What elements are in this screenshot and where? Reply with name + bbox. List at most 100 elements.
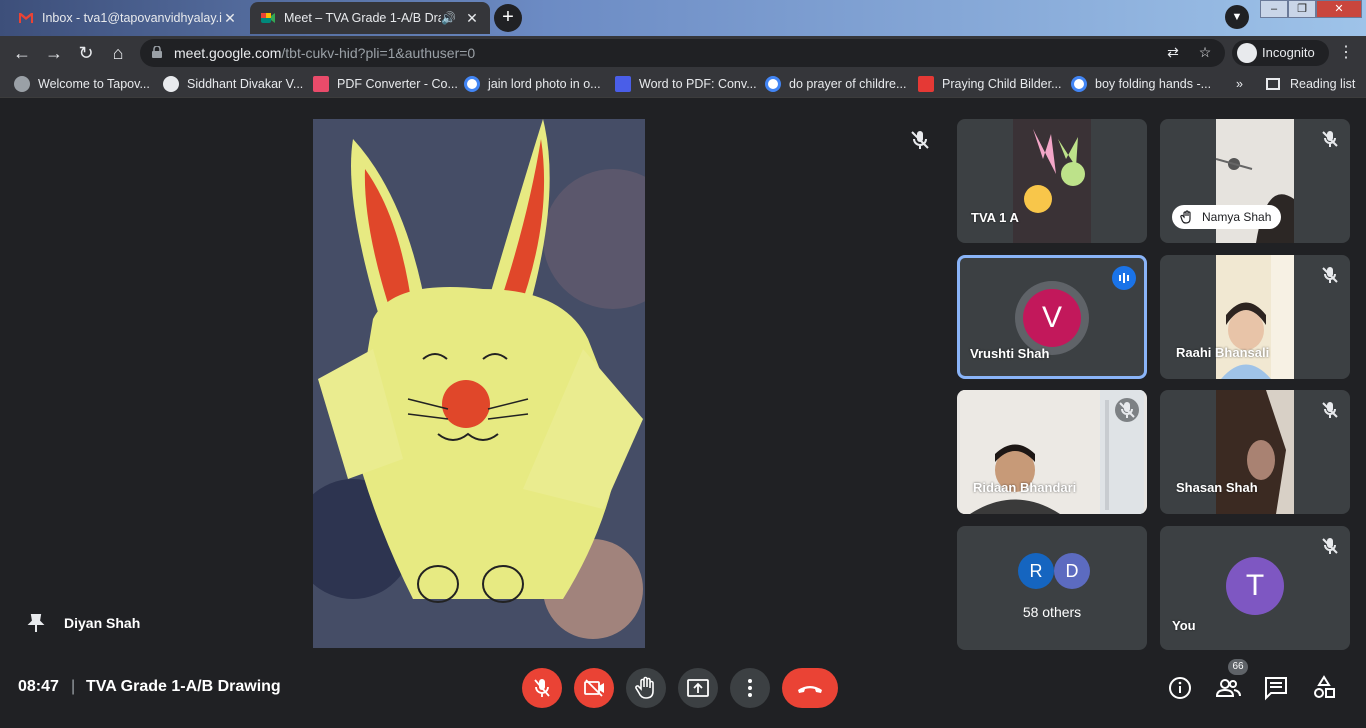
bookmark-item[interactable]: jain lord photo in o... <box>464 75 601 93</box>
bookmark-item[interactable]: Praying Child Bilder... <box>918 75 1062 93</box>
incognito-icon <box>1237 43 1257 63</box>
translate-icon[interactable]: ⇄ <box>1164 44 1182 62</box>
avatar: T <box>1226 557 1284 615</box>
maximize-icon[interactable]: ❐ <box>1288 0 1316 18</box>
forward-icon[interactable]: → <box>42 41 66 65</box>
avatar: V <box>1023 289 1081 347</box>
participant-name: Vrushti Shah <box>970 346 1050 361</box>
address-bar[interactable]: meet.google.com/tbt-cukv-hid?pli=1&authu… <box>140 39 1225 67</box>
meet-stage: Diyan Shah TVA 1 A Namya Shah V Vrushti … <box>0 98 1366 728</box>
raised-hand-chip: Namya Shah <box>1172 205 1282 229</box>
back-icon[interactable]: ← <box>10 41 34 65</box>
participant-video <box>1216 255 1294 379</box>
tab-gmail[interactable]: Inbox - tva1@tapovanvidhyalay.i ✕ <box>8 2 248 34</box>
user-icon <box>163 76 179 92</box>
bookmark-item[interactable]: Word to PDF: Conv... <box>615 75 757 93</box>
bookmarks-bar: Welcome to Tapov... Siddhant Divakar V..… <box>0 70 1366 98</box>
others-tile[interactable]: R D 58 others <box>957 526 1147 650</box>
participant-name: Raahi Bhansali <box>1176 345 1270 360</box>
participant-tile[interactable]: Ridaan Bhandari <box>957 390 1147 514</box>
reading-list-button[interactable]: Reading list <box>1266 75 1355 93</box>
chat-icon[interactable] <box>1263 675 1289 701</box>
new-tab-button[interactable]: + <box>494 4 522 32</box>
pinned-participant-name: Diyan Shah <box>64 615 141 631</box>
tab-title: Meet – TVA Grade 1-A/B Dra <box>284 11 442 25</box>
toggle-camera-button[interactable] <box>574 668 614 708</box>
separator: | <box>71 678 76 695</box>
participant-tile[interactable]: TVA 1 A <box>957 119 1147 243</box>
mic-off-icon <box>911 131 929 149</box>
more-options-button[interactable] <box>730 668 770 708</box>
leave-call-button[interactable] <box>782 668 838 708</box>
raise-hand-icon <box>635 676 654 699</box>
bookmark-label: jain lord photo in o... <box>488 77 601 91</box>
participant-name: Ridaan Bhandari <box>973 480 1077 495</box>
tab-meet[interactable]: Meet – TVA Grade 1-A/B Dra 🔊 ✕ <box>250 2 490 34</box>
participant-video <box>1216 390 1294 514</box>
tab-search-icon[interactable]: ▼ <box>1225 5 1249 29</box>
meeting-details-icon[interactable] <box>1167 675 1193 701</box>
avatar: D <box>1054 553 1090 589</box>
participant-tile[interactable]: Namya Shah <box>1160 119 1350 243</box>
participant-tile[interactable]: Raahi Bhansali <box>1160 255 1350 379</box>
bookmark-item[interactable]: Welcome to Tapov... <box>14 75 150 93</box>
mic-off-icon <box>534 679 550 697</box>
participant-name: Shasan Shah <box>1176 480 1258 495</box>
mic-off-icon <box>1322 267 1338 283</box>
meeting-title: TVA Grade 1-A/B Drawing <box>86 678 281 695</box>
participant-name: You <box>1172 618 1196 633</box>
close-window-icon[interactable]: ✕ <box>1316 0 1362 18</box>
self-tile[interactable]: T You <box>1160 526 1350 650</box>
lock-icon <box>152 46 162 58</box>
bookmark-label: do prayer of childre... <box>789 77 907 91</box>
hang-up-icon <box>798 686 822 693</box>
people-icon[interactable] <box>1215 675 1241 701</box>
mic-off-icon <box>1322 402 1338 418</box>
bookmark-item[interactable]: boy folding hands -... <box>1071 75 1211 93</box>
participant-name: Namya Shah <box>1202 210 1272 224</box>
minimize-icon[interactable]: – <box>1260 0 1288 18</box>
tab-strip: Inbox - tva1@tapovanvidhyalay.i ✕ Meet –… <box>0 0 1366 36</box>
speaker-icon[interactable]: 🔊 <box>441 11 456 25</box>
activities-icon[interactable] <box>1311 675 1337 701</box>
reading-list-icon <box>1266 78 1280 90</box>
raise-hand-button[interactable] <box>626 668 666 708</box>
camera-off-icon <box>584 679 604 697</box>
bookmark-item[interactable]: PDF Converter - Co... <box>313 75 458 93</box>
participant-tile[interactable]: Shasan Shah <box>1160 390 1350 514</box>
profile-incognito[interactable]: Incognito <box>1232 40 1329 66</box>
speaking-indicator-icon <box>1112 266 1136 290</box>
bookmark-label: Welcome to Tapov... <box>38 77 150 91</box>
home-icon[interactable]: ⌂ <box>106 41 130 65</box>
google-icon <box>464 76 480 92</box>
close-tab-icon[interactable]: ✕ <box>464 10 480 27</box>
bookmark-label: boy folding hands -... <box>1095 77 1212 91</box>
participant-name: TVA 1 A <box>971 210 1019 225</box>
more-vert-icon <box>748 679 752 697</box>
participant-tile[interactable]: V Vrushti Shah <box>957 255 1147 379</box>
mic-off-icon <box>1322 131 1338 147</box>
close-tab-icon[interactable]: ✕ <box>222 10 238 27</box>
meet-icon <box>261 13 275 23</box>
google-icon <box>765 76 781 92</box>
participants-count-badge: 66 <box>1228 659 1248 675</box>
image-site-icon <box>918 76 934 92</box>
avatar: R <box>1018 553 1054 589</box>
reload-icon[interactable]: ↻ <box>74 41 98 65</box>
main-video[interactable] <box>313 119 645 648</box>
toggle-mic-button[interactable] <box>522 668 562 708</box>
bookmark-item[interactable]: do prayer of childre... <box>765 75 906 93</box>
bookmark-item[interactable]: Siddhant Divakar V... <box>163 75 303 93</box>
browser-menu-icon[interactable]: ⋮ <box>1336 44 1356 64</box>
others-count-label: 58 others <box>1022 604 1082 620</box>
present-screen-button[interactable] <box>678 668 718 708</box>
participant-video <box>1013 119 1091 243</box>
raised-hand-icon <box>1180 210 1191 224</box>
pinned-participant: Diyan Shah <box>26 613 140 633</box>
bookmark-label: Siddhant Divakar V... <box>187 77 304 91</box>
bookmarks-overflow-button[interactable]: » <box>1236 75 1243 93</box>
bookmark-star-icon[interactable]: ☆ <box>1196 44 1214 62</box>
google-icon <box>1071 76 1087 92</box>
bookmark-label: PDF Converter - Co... <box>337 77 458 91</box>
pin-icon[interactable] <box>26 613 46 633</box>
